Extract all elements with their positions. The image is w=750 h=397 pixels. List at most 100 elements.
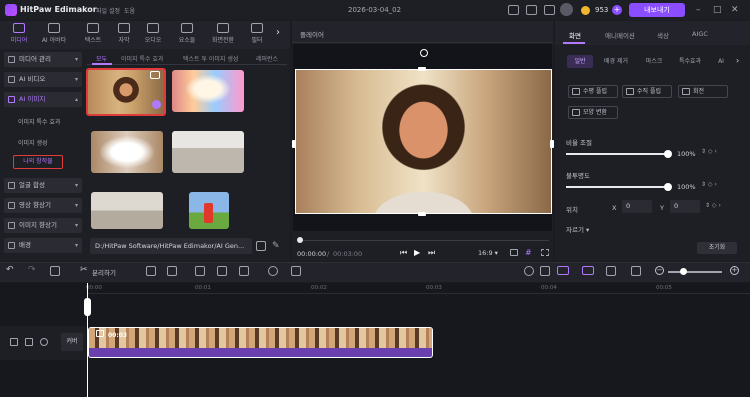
media-thumb-room-2[interactable] [91,192,163,229]
close-icon[interactable]: ✕ [731,5,739,15]
minimize-icon[interactable]: – [696,5,701,15]
sidebar-subitem-image-gen[interactable]: 이미지 생성 [18,138,48,147]
settings-track-icon[interactable] [540,266,550,276]
rotate-handle-icon[interactable] [420,49,428,57]
sidebar-item-ai-video[interactable]: AI 비디오 ▾ [4,72,82,87]
stepper-icon[interactable]: ⇕ ◇ › [705,202,721,209]
add-coins-button[interactable]: + [612,5,622,15]
fit-timeline-icon[interactable] [631,266,641,276]
tab-media[interactable]: 미디어 [0,23,38,44]
timeline-clip[interactable] [88,327,433,358]
export-button[interactable]: 내보내기 [629,3,685,17]
media-tab-image-effects[interactable]: 이미지 특수 효과 [121,54,163,63]
resize-handle-left[interactable] [292,140,296,148]
sidebar-item-background[interactable]: 배경 ▾ [4,238,82,253]
tab-filters[interactable]: 필터 [238,23,276,44]
tab-elements[interactable]: 요소들 [168,23,206,44]
reset-button[interactable]: 초기화 [697,242,737,254]
lock-icon[interactable] [25,338,33,346]
delete-icon[interactable] [50,266,60,276]
stepper-icon[interactable]: ⇕ ◇ › [701,181,717,188]
crop-icon[interactable] [195,266,205,276]
sidebar-item-video-enhancer[interactable]: 영상 향상기 ▾ [4,198,82,213]
redo-icon[interactable]: ↷ [28,265,36,275]
maximize-icon[interactable]: □ [713,5,722,15]
shape-transform-button[interactable]: 모양 변환 [568,106,618,119]
zoom-slider-knob[interactable] [680,268,687,275]
undo-icon[interactable]: ↶ [6,265,14,275]
tab-transitions[interactable]: 화면전환 [204,23,242,44]
menu-settings[interactable]: 설정 [109,6,120,15]
grid-guide-icon[interactable]: # [525,248,532,257]
media-path-field[interactable]: D:/HitPaw Software/HitPaw Edimakor/AI Ge… [90,238,252,254]
subtab-mask[interactable]: 마스크 [640,55,668,68]
subtab-ai[interactable]: AI [712,55,730,68]
media-tab-all[interactable]: 모두 [96,54,107,63]
marker-icon[interactable] [606,266,616,276]
sidebar-item-ai-image[interactable]: AI 이미지 ▴ [4,92,82,107]
message-icon[interactable] [508,5,519,15]
resize-handle-top[interactable] [418,67,426,71]
scale-slider-knob[interactable] [664,150,672,158]
play-icon[interactable]: ▶ [414,248,420,257]
sidebar-subitem-my-creations[interactable]: 나의 창작물 [13,155,63,169]
tab-ai-avatar[interactable]: AI 아바타 [35,23,73,44]
subtab-effects[interactable]: 특수효과 [673,55,707,68]
chevron-right-icon[interactable]: › [736,56,739,65]
opacity-slider-knob[interactable] [664,183,672,191]
subtab-general[interactable]: 일반 [567,55,593,68]
transform-icon[interactable] [217,266,227,276]
thumb-play-icon[interactable] [152,100,161,109]
video-preview[interactable] [295,69,552,214]
media-tab-text-to-image[interactable]: 텍스트 투 이미지 생성 [183,54,238,63]
media-thumb-holi-card[interactable] [172,70,244,112]
menu-help[interactable]: 도움 [124,6,135,15]
resize-handle-right[interactable] [550,140,554,148]
sidebar-item-face-swap[interactable]: 얼굴 합성 ▾ [4,178,82,193]
cover-button[interactable]: 커버 [61,333,83,351]
prev-frame-icon[interactable]: ⏮ [400,248,407,258]
folder-open-icon[interactable] [256,241,266,251]
rotate-button[interactable]: 회전 [678,85,728,98]
split-button[interactable]: 분리하기 [92,267,116,277]
y-input[interactable]: 0 [670,200,700,213]
media-thumb-room[interactable] [172,131,244,173]
edit-icon[interactable]: ✎ [272,241,280,251]
face-track-icon[interactable] [268,266,278,276]
opacity-value[interactable]: 100% [677,183,696,191]
text-add-icon[interactable] [167,266,177,276]
tab-animation[interactable]: 애니메이션 [605,30,635,40]
sidebar-item-media-manage[interactable]: 미디어 관리 ▾ [4,52,82,67]
shield-icon[interactable] [146,266,156,276]
x-input[interactable]: 0 [622,200,652,213]
zoom-in-icon[interactable]: + [730,266,739,275]
next-frame-icon[interactable]: ⏭ [428,248,435,258]
tab-color[interactable]: 색상 [657,30,669,40]
playhead-handle[interactable] [84,298,91,316]
export-frame-icon[interactable] [291,266,301,276]
link-icon[interactable] [557,266,569,275]
snap-icon[interactable] [582,266,594,275]
scrubber-knob[interactable] [297,237,303,243]
more-options[interactable]: 자르기 ▾ [566,224,589,234]
monitor-icon[interactable] [526,5,537,15]
sidebar-item-image-enhancer[interactable]: 이미지 향상기 ▾ [4,218,82,233]
avatar[interactable] [560,3,573,16]
tab-screen[interactable]: 화면 [569,30,581,40]
eye-icon[interactable] [40,338,48,346]
stepper-icon[interactable]: ⇕ ◇ › [701,148,717,155]
tab-aigc[interactable]: AIGC [692,30,708,38]
fullscreen-icon[interactable] [541,249,549,256]
flip-horizontal-button[interactable]: 수평 플립 [568,85,618,98]
snapshot-icon[interactable] [510,249,518,256]
zoom-slider-track[interactable] [668,271,722,273]
tab-audio[interactable]: 오디오 [134,23,172,44]
media-tab-reference[interactable]: 레퍼런스 [256,54,286,63]
scale-value[interactable]: 100% [677,150,696,158]
menu-file[interactable]: 파일 [96,6,107,15]
mirror-icon[interactable] [239,266,249,276]
subtab-bg-remove[interactable]: 배경 제거 [598,55,634,68]
player-scrubber[interactable] [299,240,549,241]
sidebar-subitem-image-effects[interactable]: 이미지 특수 효과 [18,117,60,126]
media-thumb-collage[interactable] [91,131,163,173]
